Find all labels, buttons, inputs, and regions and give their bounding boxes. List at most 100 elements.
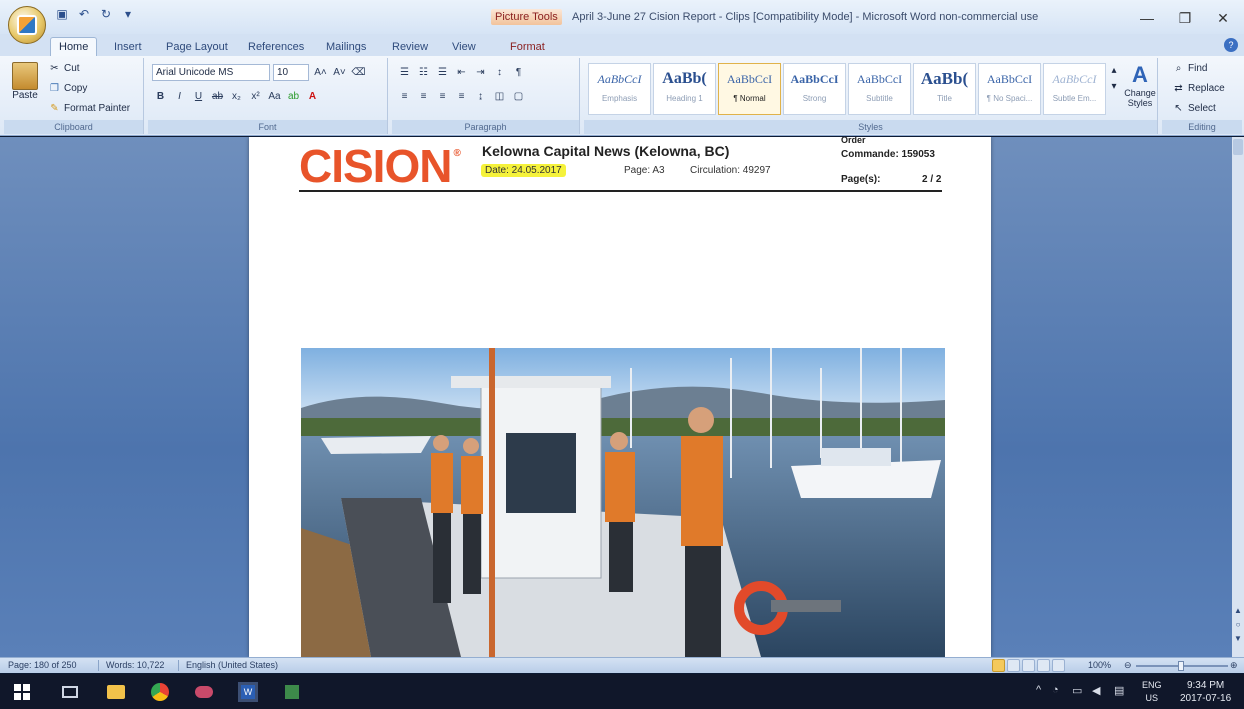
style-heading-1[interactable]: AaBb( Heading 1	[653, 63, 716, 115]
print-layout-view-icon[interactable]	[992, 659, 1005, 672]
start-windows-icon[interactable]	[12, 682, 32, 702]
task-view-icon[interactable]	[60, 682, 80, 702]
tab-mailings[interactable]: Mailings	[318, 37, 374, 56]
input-language[interactable]: ENG US	[1142, 679, 1162, 705]
style-subtle-emphasis[interactable]: AaBbCcI Subtle Em...	[1043, 63, 1106, 115]
underline-icon[interactable]: U	[190, 88, 207, 105]
align-center-icon[interactable]: ≡	[415, 88, 432, 105]
select-browse-object-icon[interactable]: ○	[1234, 621, 1242, 629]
volume-icon[interactable]: ◀	[1092, 684, 1100, 697]
numbering-icon[interactable]: ☷	[415, 64, 432, 81]
superscript-icon[interactable]: x²	[247, 88, 264, 105]
redo-icon[interactable]: ↻	[98, 6, 114, 22]
language-indicator[interactable]: English (United States)	[186, 660, 278, 670]
spreadsheet-icon[interactable]	[282, 682, 302, 702]
style-sample: AaBbCcI	[790, 72, 839, 86]
strikethrough-icon[interactable]: ab	[209, 88, 226, 105]
save-icon[interactable]: ▣	[54, 6, 70, 22]
previous-page-icon[interactable]: ▲	[1234, 607, 1242, 615]
office-button[interactable]	[8, 6, 46, 44]
article-photo[interactable]	[301, 348, 945, 657]
full-screen-reading-view-icon[interactable]	[1007, 659, 1020, 672]
draft-view-icon[interactable]	[1052, 659, 1065, 672]
web-layout-view-icon[interactable]	[1022, 659, 1035, 672]
align-left-icon[interactable]: ≡	[396, 88, 413, 105]
customize-toolbar-icon[interactable]: ▾	[120, 6, 136, 22]
system-clock[interactable]: 9:34 PM 2017-07-16	[1180, 679, 1231, 705]
help-icon[interactable]: ?	[1224, 38, 1238, 52]
highlight-icon[interactable]: ab	[285, 88, 302, 105]
font-color-icon[interactable]: A	[304, 88, 321, 105]
undo-icon[interactable]: ↶	[76, 6, 92, 22]
decrease-indent-icon[interactable]: ⇤	[453, 64, 470, 81]
line-spacing-icon[interactable]: ↨	[472, 88, 489, 105]
style-subtitle[interactable]: AaBbCcI Subtitle	[848, 63, 911, 115]
tab-view[interactable]: View	[444, 37, 484, 56]
font-format-buttons: B I U ab x₂ x² Aa ab A	[152, 88, 321, 105]
tab-review[interactable]: Review	[384, 37, 436, 56]
cut-button[interactable]: ✂ Cut	[48, 62, 79, 75]
style-no-spacing[interactable]: AaBbCcI ¶ No Spaci...	[978, 63, 1041, 115]
outline-view-icon[interactable]	[1037, 659, 1050, 672]
subscript-icon[interactable]: x₂	[228, 88, 245, 105]
multilevel-list-icon[interactable]: ☰	[434, 64, 451, 81]
zoom-out-icon[interactable]: ⊖	[1124, 660, 1132, 671]
bullets-icon[interactable]: ☰	[396, 64, 413, 81]
file-explorer-icon[interactable]	[106, 682, 126, 702]
justify-icon[interactable]: ≡	[453, 88, 470, 105]
style-emphasis[interactable]: AaBbCcI Emphasis	[588, 63, 651, 115]
replace-button[interactable]: ⇄ Replace	[1172, 82, 1224, 95]
font-name-combo[interactable]: Arial Unicode MS	[152, 64, 270, 81]
chrome-icon[interactable]	[150, 682, 170, 702]
tab-page-layout[interactable]: Page Layout	[158, 37, 236, 56]
clear-formatting-icon[interactable]: ⌫	[350, 64, 367, 81]
tab-insert[interactable]: Insert	[106, 37, 150, 56]
zoom-level[interactable]: 100%	[1088, 660, 1111, 670]
change-case-icon[interactable]: Aa	[266, 88, 283, 105]
grow-font-icon[interactable]: A˄	[312, 64, 329, 81]
increase-indent-icon[interactable]: ⇥	[472, 64, 489, 81]
style-normal[interactable]: AaBbCcI ¶ Normal	[718, 63, 781, 115]
chevron-up-icon[interactable]: ▴	[1108, 64, 1121, 77]
word-taskbar-icon[interactable]: W	[238, 682, 258, 702]
page-count[interactable]: Page: 180 of 250	[8, 660, 77, 670]
paste-button[interactable]: Paste	[12, 62, 38, 101]
font-size-combo[interactable]: 10	[273, 64, 309, 81]
cision-logo-text: CISION	[299, 140, 452, 192]
scrollbar-thumb[interactable]	[1233, 139, 1243, 155]
change-styles-button[interactable]: A Change Styles	[1122, 62, 1158, 108]
styles-scroll[interactable]: ▴ ▾	[1108, 64, 1120, 93]
document-page[interactable]: CISION ® Kelowna Capital News (Kelowna, B…	[249, 137, 991, 657]
show-hidden-icons-icon[interactable]: ^	[1036, 684, 1041, 696]
find-button[interactable]: ⌕ Find	[1172, 62, 1208, 75]
next-page-icon[interactable]: ▼	[1234, 635, 1242, 643]
network-icon[interactable]: ◔	[1052, 684, 1059, 696]
maximize-button[interactable]: ❐	[1166, 8, 1204, 28]
shrink-font-icon[interactable]: A˅	[331, 64, 348, 81]
app-icon[interactable]	[194, 682, 214, 702]
chevron-down-icon[interactable]: ▾	[1108, 80, 1121, 93]
tab-home[interactable]: Home	[50, 37, 98, 56]
tab-references[interactable]: References	[240, 37, 312, 56]
notification-icon[interactable]: ▤	[1114, 684, 1124, 697]
sort-icon[interactable]: ↕	[491, 64, 508, 81]
format-painter-button[interactable]: ✎ Format Painter	[48, 102, 130, 115]
close-button[interactable]: ✕	[1204, 8, 1242, 28]
minimize-button[interactable]: —	[1128, 8, 1166, 28]
copy-button[interactable]: ❐ Copy	[48, 82, 87, 95]
bold-icon[interactable]: B	[152, 88, 169, 105]
vertical-scrollbar[interactable]: ▲ ○ ▼	[1232, 137, 1244, 657]
align-right-icon[interactable]: ≡	[434, 88, 451, 105]
word-count[interactable]: Words: 10,722	[106, 660, 164, 670]
style-strong[interactable]: AaBbCcI Strong	[783, 63, 846, 115]
tab-format[interactable]: Format	[502, 37, 553, 56]
zoom-in-icon[interactable]: ⊕	[1230, 660, 1238, 671]
style-title[interactable]: AaBb( Title	[913, 63, 976, 115]
select-button[interactable]: ↖ Select	[1172, 102, 1216, 115]
borders-icon[interactable]: ▢	[510, 88, 527, 105]
shading-icon[interactable]: ◫	[491, 88, 508, 105]
zoom-slider-thumb[interactable]	[1178, 661, 1184, 671]
battery-icon[interactable]: ▭	[1072, 684, 1082, 697]
show-marks-icon[interactable]: ¶	[510, 64, 527, 81]
italic-icon[interactable]: I	[171, 88, 188, 105]
